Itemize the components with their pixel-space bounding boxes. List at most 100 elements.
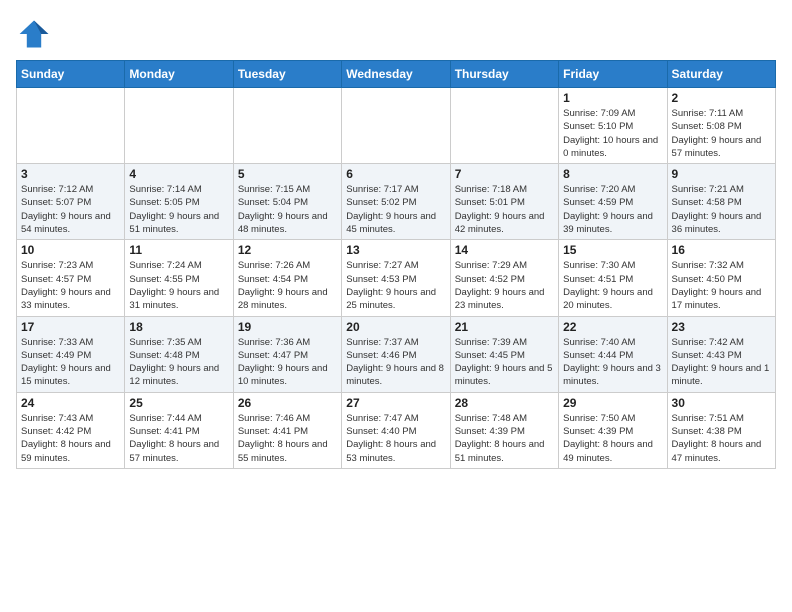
day-info: Sunrise: 7:50 AM Sunset: 4:39 PM Dayligh…: [563, 412, 662, 465]
day-info: Sunrise: 7:43 AM Sunset: 4:42 PM Dayligh…: [21, 412, 120, 465]
calendar-cell: 10Sunrise: 7:23 AM Sunset: 4:57 PM Dayli…: [17, 240, 125, 316]
day-number: 16: [672, 243, 771, 257]
day-number: 26: [238, 396, 337, 410]
calendar-cell: 2 Sunrise: 7:11 AM Sunset: 5:08 PM Daylig…: [667, 88, 775, 164]
day-of-week-header: Monday: [125, 61, 233, 88]
calendar-cell: [450, 88, 558, 164]
calendar-table: SundayMondayTuesdayWednesdayThursdayFrid…: [16, 60, 776, 469]
day-info: Sunrise: 7:09 AM Sunset: 5:10 PM Dayligh…: [563, 107, 662, 160]
calendar-cell: 20Sunrise: 7:37 AM Sunset: 4:46 PM Dayli…: [342, 316, 450, 392]
day-number: 11: [129, 243, 228, 257]
calendar-cell: [17, 88, 125, 164]
day-number: 8: [563, 167, 662, 181]
day-info: Sunrise: 7:20 AM Sunset: 4:59 PM Dayligh…: [563, 183, 662, 236]
calendar-cell: 5 Sunrise: 7:15 AM Sunset: 5:04 PM Daylig…: [233, 164, 341, 240]
calendar-cell: 24 Sunrise: 7:43 AM Sunset: 4:42 PM Dayli…: [17, 392, 125, 468]
page-header: [16, 16, 776, 52]
logo: [16, 16, 56, 52]
day-info: Sunrise: 7:11 AM Sunset: 5:08 PM Dayligh…: [672, 107, 771, 160]
day-number: 4: [129, 167, 228, 181]
day-of-week-header: Tuesday: [233, 61, 341, 88]
day-number: 13: [346, 243, 445, 257]
day-info: Sunrise: 7:26 AM Sunset: 4:54 PM Dayligh…: [238, 259, 337, 312]
day-info: Sunrise: 7:24 AM Sunset: 4:55 PM Dayligh…: [129, 259, 228, 312]
day-info: Sunrise: 7:39 AM Sunset: 4:45 PM Dayligh…: [455, 336, 554, 389]
calendar-cell: 19 Sunrise: 7:36 AM Sunset: 4:47 PM Dayli…: [233, 316, 341, 392]
day-number: 21: [455, 320, 554, 334]
day-number: 15: [563, 243, 662, 257]
day-number: 5: [238, 167, 337, 181]
calendar-cell: 4Sunrise: 7:14 AM Sunset: 5:05 PM Daylig…: [125, 164, 233, 240]
day-info: Sunrise: 7:40 AM Sunset: 4:44 PM Dayligh…: [563, 336, 662, 389]
day-number: 10: [21, 243, 120, 257]
day-number: 2: [672, 91, 771, 105]
calendar-cell: [233, 88, 341, 164]
calendar-cell: 7 Sunrise: 7:18 AM Sunset: 5:01 PM Daylig…: [450, 164, 558, 240]
day-of-week-header: Friday: [559, 61, 667, 88]
day-info: Sunrise: 7:44 AM Sunset: 4:41 PM Dayligh…: [129, 412, 228, 465]
calendar-cell: 16 Sunrise: 7:32 AM Sunset: 4:50 PM Dayli…: [667, 240, 775, 316]
calendar-cell: 27 Sunrise: 7:47 AM Sunset: 4:40 PM Dayli…: [342, 392, 450, 468]
calendar-cell: 26 Sunrise: 7:46 AM Sunset: 4:41 PM Dayli…: [233, 392, 341, 468]
day-number: 17: [21, 320, 120, 334]
calendar-cell: [125, 88, 233, 164]
calendar-week-row: 10Sunrise: 7:23 AM Sunset: 4:57 PM Dayli…: [17, 240, 776, 316]
calendar-week-row: 24 Sunrise: 7:43 AM Sunset: 4:42 PM Dayli…: [17, 392, 776, 468]
calendar-cell: 11 Sunrise: 7:24 AM Sunset: 4:55 PM Dayli…: [125, 240, 233, 316]
calendar-cell: 13Sunrise: 7:27 AM Sunset: 4:53 PM Dayli…: [342, 240, 450, 316]
day-of-week-header: Saturday: [667, 61, 775, 88]
calendar-cell: 15 Sunrise: 7:30 AM Sunset: 4:51 PM Dayli…: [559, 240, 667, 316]
calendar-cell: 30 Sunrise: 7:51 AM Sunset: 4:38 PM Dayli…: [667, 392, 775, 468]
day-number: 28: [455, 396, 554, 410]
day-info: Sunrise: 7:35 AM Sunset: 4:48 PM Dayligh…: [129, 336, 228, 389]
calendar-cell: 22 Sunrise: 7:40 AM Sunset: 4:44 PM Dayli…: [559, 316, 667, 392]
day-info: Sunrise: 7:36 AM Sunset: 4:47 PM Dayligh…: [238, 336, 337, 389]
day-number: 19: [238, 320, 337, 334]
day-of-week-header: Sunday: [17, 61, 125, 88]
day-number: 3: [21, 167, 120, 181]
day-number: 29: [563, 396, 662, 410]
day-number: 1: [563, 91, 662, 105]
day-info: Sunrise: 7:42 AM Sunset: 4:43 PM Dayligh…: [672, 336, 771, 389]
day-info: Sunrise: 7:37 AM Sunset: 4:46 PM Dayligh…: [346, 336, 445, 389]
day-number: 7: [455, 167, 554, 181]
calendar-cell: 14Sunrise: 7:29 AM Sunset: 4:52 PM Dayli…: [450, 240, 558, 316]
day-number: 24: [21, 396, 120, 410]
calendar-cell: 1 Sunrise: 7:09 AM Sunset: 5:10 PM Daylig…: [559, 88, 667, 164]
day-number: 30: [672, 396, 771, 410]
day-info: Sunrise: 7:18 AM Sunset: 5:01 PM Dayligh…: [455, 183, 554, 236]
calendar-cell: 29 Sunrise: 7:50 AM Sunset: 4:39 PM Dayli…: [559, 392, 667, 468]
day-info: Sunrise: 7:12 AM Sunset: 5:07 PM Dayligh…: [21, 183, 120, 236]
calendar-cell: [342, 88, 450, 164]
day-number: 27: [346, 396, 445, 410]
calendar-header-row: SundayMondayTuesdayWednesdayThursdayFrid…: [17, 61, 776, 88]
day-info: Sunrise: 7:46 AM Sunset: 4:41 PM Dayligh…: [238, 412, 337, 465]
calendar-cell: 23 Sunrise: 7:42 AM Sunset: 4:43 PM Dayli…: [667, 316, 775, 392]
calendar-week-row: 1 Sunrise: 7:09 AM Sunset: 5:10 PM Daylig…: [17, 88, 776, 164]
day-info: Sunrise: 7:51 AM Sunset: 4:38 PM Dayligh…: [672, 412, 771, 465]
day-number: 9: [672, 167, 771, 181]
calendar-cell: 17Sunrise: 7:33 AM Sunset: 4:49 PM Dayli…: [17, 316, 125, 392]
day-number: 22: [563, 320, 662, 334]
day-number: 25: [129, 396, 228, 410]
calendar-cell: 12 Sunrise: 7:26 AM Sunset: 4:54 PM Dayli…: [233, 240, 341, 316]
day-number: 23: [672, 320, 771, 334]
day-info: Sunrise: 7:48 AM Sunset: 4:39 PM Dayligh…: [455, 412, 554, 465]
calendar-cell: 3 Sunrise: 7:12 AM Sunset: 5:07 PM Daylig…: [17, 164, 125, 240]
calendar-cell: 25 Sunrise: 7:44 AM Sunset: 4:41 PM Dayli…: [125, 392, 233, 468]
calendar-cell: 21 Sunrise: 7:39 AM Sunset: 4:45 PM Dayli…: [450, 316, 558, 392]
calendar-week-row: 3 Sunrise: 7:12 AM Sunset: 5:07 PM Daylig…: [17, 164, 776, 240]
day-number: 14: [455, 243, 554, 257]
calendar-week-row: 17Sunrise: 7:33 AM Sunset: 4:49 PM Dayli…: [17, 316, 776, 392]
day-number: 18: [129, 320, 228, 334]
day-info: Sunrise: 7:32 AM Sunset: 4:50 PM Dayligh…: [672, 259, 771, 312]
day-number: 6: [346, 167, 445, 181]
day-number: 12: [238, 243, 337, 257]
day-info: Sunrise: 7:17 AM Sunset: 5:02 PM Dayligh…: [346, 183, 445, 236]
logo-icon: [16, 16, 52, 52]
calendar-cell: 8 Sunrise: 7:20 AM Sunset: 4:59 PM Daylig…: [559, 164, 667, 240]
day-info: Sunrise: 7:47 AM Sunset: 4:40 PM Dayligh…: [346, 412, 445, 465]
day-info: Sunrise: 7:30 AM Sunset: 4:51 PM Dayligh…: [563, 259, 662, 312]
day-info: Sunrise: 7:15 AM Sunset: 5:04 PM Dayligh…: [238, 183, 337, 236]
day-info: Sunrise: 7:21 AM Sunset: 4:58 PM Dayligh…: [672, 183, 771, 236]
